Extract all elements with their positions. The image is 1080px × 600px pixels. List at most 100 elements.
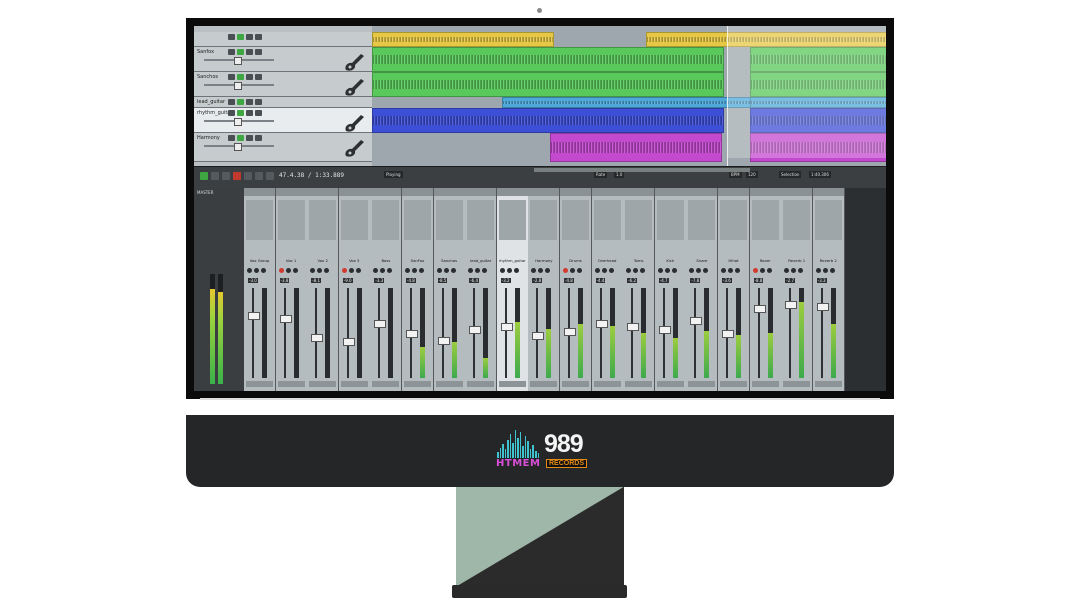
channel-header[interactable] <box>402 188 433 196</box>
mute-button[interactable] <box>601 268 607 273</box>
fx-slot[interactable] <box>751 200 779 240</box>
fx-slot[interactable] <box>625 200 653 240</box>
channel-fader[interactable] <box>406 330 418 338</box>
mute-button[interactable] <box>633 268 639 273</box>
fx-slot[interactable] <box>309 200 337 240</box>
mute-button[interactable] <box>246 74 253 80</box>
media-item[interactable] <box>372 108 724 133</box>
solo-button[interactable] <box>255 34 262 40</box>
mute-button[interactable] <box>728 268 733 273</box>
fx-slot[interactable] <box>783 200 811 240</box>
fx-slot[interactable] <box>277 200 305 240</box>
fx-slot[interactable] <box>814 200 842 240</box>
channel-fader[interactable] <box>816 303 829 312</box>
record-arm-button[interactable] <box>815 268 821 273</box>
channel-header[interactable] <box>623 188 655 196</box>
record-arm-button[interactable] <box>784 268 790 273</box>
fx-slot[interactable] <box>688 200 716 240</box>
track-name[interactable]: Harmony <box>197 135 220 141</box>
fx-slot[interactable] <box>530 200 558 240</box>
mute-button[interactable] <box>246 34 253 40</box>
record-arm-button[interactable] <box>228 74 235 80</box>
solo-button[interactable] <box>482 268 488 273</box>
record-arm-button[interactable] <box>689 268 695 273</box>
media-item[interactable] <box>372 72 724 97</box>
record-arm-button[interactable] <box>657 268 663 273</box>
play-button[interactable] <box>200 172 208 180</box>
track-volume-slider[interactable] <box>204 82 274 90</box>
record-arm-button[interactable] <box>247 268 252 273</box>
track-header[interactable]: lead_guitar <box>194 97 372 108</box>
media-item[interactable] <box>372 32 554 47</box>
channel-fader[interactable] <box>437 336 450 345</box>
bpm-field[interactable]: 120 <box>746 171 758 178</box>
solo-button[interactable] <box>703 268 709 273</box>
mute-button[interactable] <box>822 268 828 273</box>
fx-button[interactable] <box>237 49 244 55</box>
channel-header[interactable] <box>275 188 307 196</box>
fx-button[interactable] <box>237 99 244 105</box>
channel-header[interactable] <box>560 188 591 196</box>
track-volume-slider[interactable] <box>204 143 274 151</box>
channel-fader[interactable] <box>690 317 703 326</box>
record-arm-button[interactable] <box>626 268 632 273</box>
solo-button[interactable] <box>513 268 519 273</box>
channel-fader[interactable] <box>564 328 576 337</box>
channel-fader[interactable] <box>248 311 260 320</box>
record-button[interactable] <box>233 172 241 180</box>
forward-button[interactable] <box>266 172 274 180</box>
fx-button[interactable] <box>237 74 244 80</box>
mute-button[interactable] <box>475 268 481 273</box>
mute-button[interactable] <box>791 268 797 273</box>
mute-button[interactable] <box>348 268 354 273</box>
mute-button[interactable] <box>246 135 253 141</box>
pause-button[interactable] <box>222 172 230 180</box>
mute-button[interactable] <box>696 268 702 273</box>
fx-slot[interactable] <box>372 200 400 240</box>
record-arm-button[interactable] <box>436 268 442 273</box>
channel-header[interactable] <box>528 188 560 196</box>
channel-header[interactable] <box>433 188 465 196</box>
mute-button[interactable] <box>759 268 765 273</box>
solo-button[interactable] <box>261 268 266 273</box>
solo-button[interactable] <box>255 49 262 55</box>
mute-button[interactable] <box>664 268 670 273</box>
mute-button[interactable] <box>285 268 291 273</box>
solo-button[interactable] <box>735 268 740 273</box>
record-arm-button[interactable] <box>468 268 474 273</box>
channel-fader[interactable] <box>500 323 513 332</box>
record-arm-button[interactable] <box>228 34 235 40</box>
record-arm-button[interactable] <box>278 268 284 273</box>
media-item[interactable] <box>372 47 724 72</box>
solo-button[interactable] <box>292 268 298 273</box>
track-header[interactable]: Harmony <box>194 133 372 162</box>
solo-button[interactable] <box>640 268 646 273</box>
record-arm-button[interactable] <box>721 268 726 273</box>
track-volume-slider[interactable] <box>204 118 274 126</box>
time-selection[interactable] <box>728 26 886 158</box>
solo-button[interactable] <box>255 110 262 116</box>
solo-button[interactable] <box>829 268 835 273</box>
channel-fader[interactable] <box>469 325 482 334</box>
channel-header[interactable] <box>654 188 686 196</box>
fx-slot[interactable] <box>656 200 684 240</box>
fx-slot[interactable] <box>246 200 273 240</box>
fx-slot[interactable] <box>562 200 589 240</box>
channel-header[interactable] <box>244 188 275 196</box>
record-arm-button[interactable] <box>373 268 379 273</box>
mute-button[interactable] <box>570 268 575 273</box>
solo-button[interactable] <box>355 268 361 273</box>
record-arm-button[interactable] <box>228 110 235 116</box>
channel-header[interactable] <box>338 188 370 196</box>
fx-slot[interactable] <box>593 200 621 240</box>
mute-button[interactable] <box>246 110 253 116</box>
channel-header[interactable] <box>496 188 528 196</box>
horizontal-scrollbar[interactable] <box>534 168 750 172</box>
media-item[interactable] <box>550 133 722 162</box>
solo-button[interactable] <box>545 268 551 273</box>
rewind-button[interactable] <box>255 172 263 180</box>
channel-fader[interactable] <box>595 319 608 328</box>
channel-fader[interactable] <box>374 319 387 328</box>
track-header[interactable] <box>194 32 372 47</box>
track-name[interactable]: lead_guitar <box>197 99 225 105</box>
